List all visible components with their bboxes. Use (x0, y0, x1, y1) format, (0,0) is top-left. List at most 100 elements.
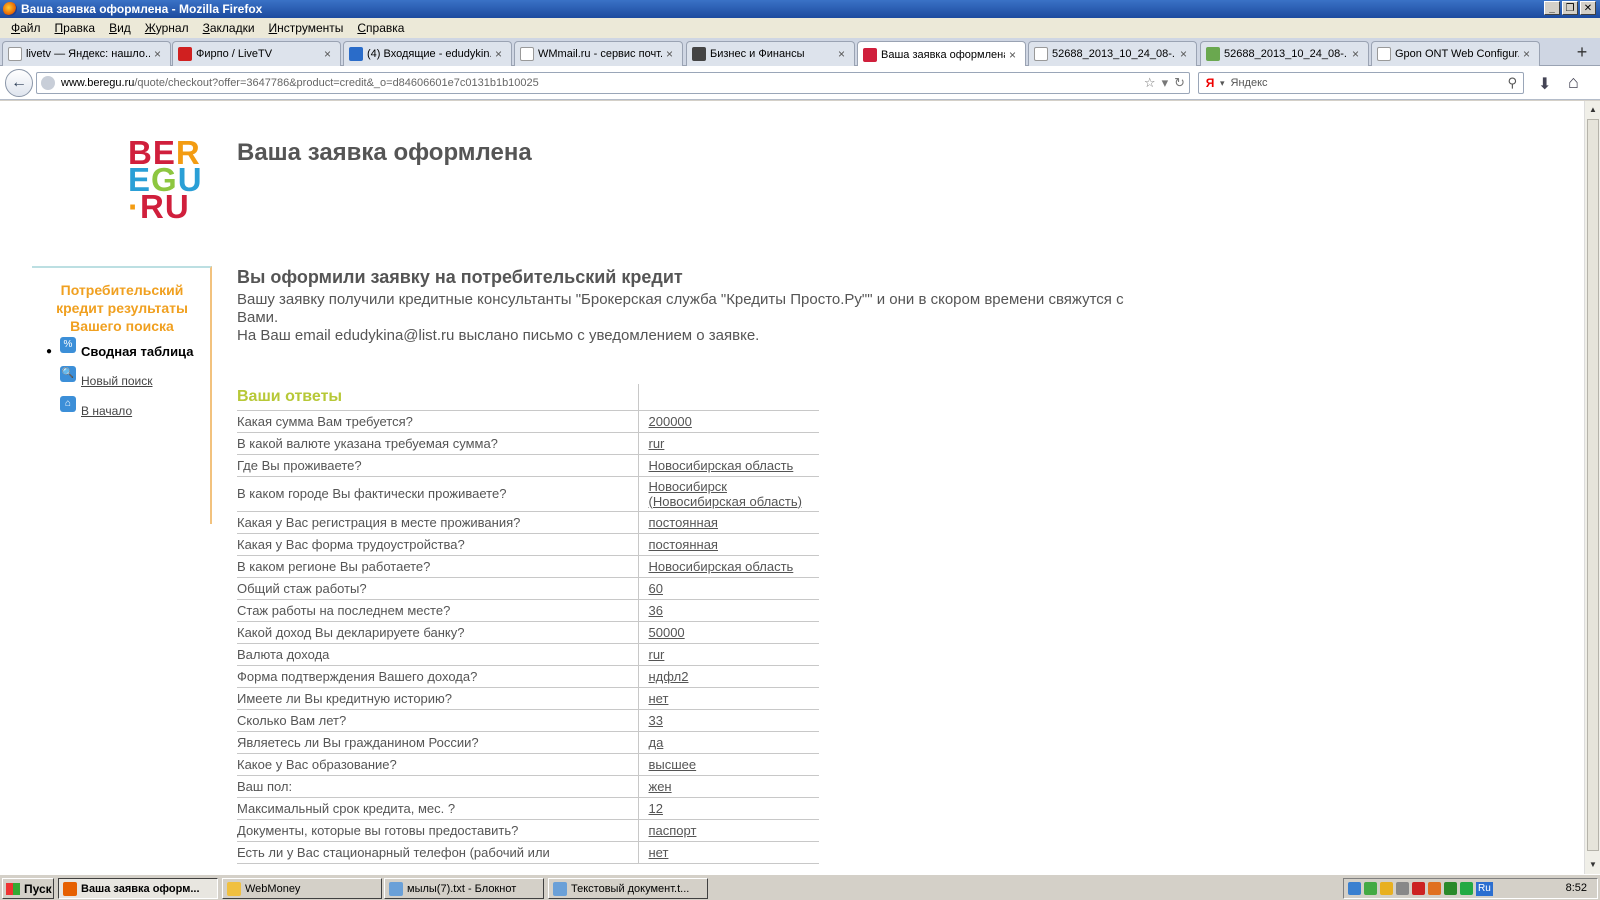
scroll-down-icon[interactable]: ▼ (1586, 858, 1600, 872)
answer-link[interactable]: паспорт (649, 823, 697, 838)
tab-close-icon[interactable]: × (1009, 48, 1021, 62)
answer-link[interactable]: 60 (649, 581, 663, 596)
bookmark-star-icon[interactable]: ☆ (1144, 75, 1156, 91)
answer-link[interactable]: rur (649, 436, 665, 451)
firefox-icon (63, 881, 77, 896)
tab-close-icon[interactable]: × (154, 47, 166, 61)
tab-close-icon[interactable]: × (1523, 47, 1535, 61)
answer-link[interactable]: 200000 (649, 414, 692, 429)
tab-label: 52688_2013_10_24_08-... (1224, 48, 1348, 60)
taskbar-button[interactable]: Ваша заявка оформ... (58, 878, 218, 899)
taskbar-button-label: WebMoney (245, 882, 301, 895)
home-button-icon[interactable]: ⌂ (1568, 72, 1579, 93)
language-indicator[interactable]: Ru (1476, 881, 1493, 896)
taskbar-button[interactable]: Текстовый документ.t... (548, 878, 708, 899)
answer-link[interactable]: 50000 (649, 625, 685, 640)
answer-link[interactable]: rur (649, 647, 665, 662)
search-placeholder: Яндекс (1230, 77, 1268, 89)
start-button[interactable]: Пуск (2, 878, 54, 899)
yandex-search-icon[interactable]: Я (1203, 76, 1217, 90)
answer-link[interactable]: нет (649, 691, 669, 706)
url-dropdown-icon[interactable]: ▾ (1162, 75, 1169, 91)
answer-link[interactable]: 36 (649, 603, 663, 618)
sidebar-item[interactable]: ●% Сводная таблица (46, 336, 193, 359)
tray-app-icon[interactable] (1412, 882, 1425, 895)
browser-tab[interactable]: livetv — Яндекс: нашло... × (2, 41, 171, 66)
answer-link[interactable]: Новосибирская область (649, 559, 794, 574)
browser-tab[interactable]: WMmail.ru - сервис почт... × (514, 41, 683, 66)
browser-tab[interactable]: Gpon ONT Web Configur... × (1371, 41, 1540, 66)
menu-item[interactable]: Файл (4, 21, 48, 35)
tab-close-icon[interactable]: × (324, 47, 336, 61)
menu-item[interactable]: Инструменты (262, 21, 351, 35)
browser-tab[interactable]: Фирпо / LiveTV × (172, 41, 341, 66)
minimize-button[interactable]: _ (1544, 1, 1560, 15)
window-titlebar[interactable]: Ваша заявка оформлена - Mozilla Firefox … (0, 0, 1600, 18)
answer-link[interactable]: 12 (649, 801, 663, 816)
taskbar-button[interactable]: WebMoney (222, 878, 382, 899)
confirmation-text-line2: На Ваш email edudykina@list.ru выслано п… (237, 327, 760, 344)
tab-close-icon[interactable]: × (666, 47, 678, 61)
beregu-logo[interactable]: BER EGU ·RU (128, 136, 203, 223)
tray-app-icon[interactable] (1380, 882, 1393, 895)
search-magnifier-icon[interactable]: ⚲ (1507, 75, 1517, 91)
tab-close-icon[interactable]: × (1180, 47, 1192, 61)
tab-close-icon[interactable]: × (495, 47, 507, 61)
answer-link[interactable]: Новосибирск (Новосибирская область) (649, 479, 802, 509)
url-bar[interactable]: www.beregu.ru /quote/checkout?offer=3647… (36, 72, 1190, 94)
table-row: Общий стаж работы? 60 (237, 577, 819, 600)
tab-label: 52688_2013_10_24_08-... (1052, 48, 1176, 60)
notepad-icon (389, 881, 403, 896)
sidebar-item[interactable]: ⌂ В начало (46, 396, 132, 418)
tab-close-icon[interactable]: × (838, 47, 850, 61)
menu-item[interactable]: Справка (350, 21, 411, 35)
search-engine-dropdown-icon[interactable]: ▾ (1220, 78, 1225, 89)
question-cell: Форма подтверждения Вашего дохода? (237, 665, 638, 688)
back-button[interactable]: ← (5, 69, 33, 97)
answer-link[interactable]: постоянная (649, 537, 718, 552)
sidebar-link[interactable]: Новый поиск (81, 374, 153, 388)
answer-link[interactable]: Новосибирская область (649, 458, 794, 473)
search-bar[interactable]: Я ▾ Яндекс ⚲ (1198, 72, 1524, 94)
tab-close-icon[interactable]: × (1352, 47, 1364, 61)
clock[interactable]: 8:52 (1566, 882, 1587, 894)
scroll-up-icon[interactable]: ▲ (1586, 103, 1600, 117)
new-tab-button[interactable]: + (1570, 42, 1594, 64)
answer-link[interactable]: постоянная (649, 515, 718, 530)
downloads-icon[interactable]: ⬇ (1538, 74, 1551, 94)
taskbar-button[interactable]: мылы(7).txt - Блокнот (384, 878, 544, 899)
tray-app-icon[interactable] (1444, 882, 1457, 895)
answer-link[interactable]: ндфл2 (649, 669, 689, 684)
menu-item[interactable]: Правка (48, 21, 103, 35)
answer-link[interactable]: 33 (649, 713, 663, 728)
answer-link[interactable]: нет (649, 845, 669, 860)
menu-item[interactable]: Вид (102, 21, 138, 35)
tray-app-icon[interactable] (1460, 882, 1473, 895)
tray-app-icon[interactable] (1396, 882, 1409, 895)
browser-tab[interactable]: (4) Входящие - edudykin... × (343, 41, 512, 66)
menu-item[interactable]: Журнал (138, 21, 196, 35)
browser-tab[interactable]: 52688_2013_10_24_08-... × (1028, 41, 1197, 66)
browser-tab[interactable]: Бизнес и Финансы × (686, 41, 855, 66)
tray-app-icon[interactable] (1428, 882, 1441, 895)
search-icon: 🔍 (60, 366, 76, 382)
sidebar-link[interactable]: В начало (81, 404, 132, 418)
answer-cell: rur (637, 643, 819, 666)
menu-item[interactable]: Закладки (196, 21, 262, 35)
page-icon (520, 47, 534, 61)
restore-button[interactable]: ❐ (1562, 1, 1578, 15)
site-identity-icon[interactable] (41, 76, 55, 90)
reload-icon[interactable]: ↻ (1174, 75, 1185, 91)
answer-link[interactable]: жен (649, 779, 672, 794)
answer-link[interactable]: да (649, 735, 664, 750)
answer-link[interactable]: высшее (649, 757, 697, 772)
tray-app-icon[interactable] (1364, 882, 1377, 895)
scroll-thumb[interactable] (1587, 119, 1599, 851)
tray-app-icon[interactable] (1348, 882, 1361, 895)
sidebar-item[interactable]: 🔍 Новый поиск (46, 366, 153, 388)
browser-tab[interactable]: Ваша заявка оформлена × (857, 41, 1026, 67)
vertical-scrollbar[interactable]: ▲ ▼ (1584, 101, 1600, 874)
sidebar-link[interactable]: Сводная таблица (81, 344, 193, 359)
close-button[interactable]: ✕ (1580, 1, 1596, 15)
browser-tab[interactable]: 52688_2013_10_24_08-... × (1200, 41, 1369, 66)
